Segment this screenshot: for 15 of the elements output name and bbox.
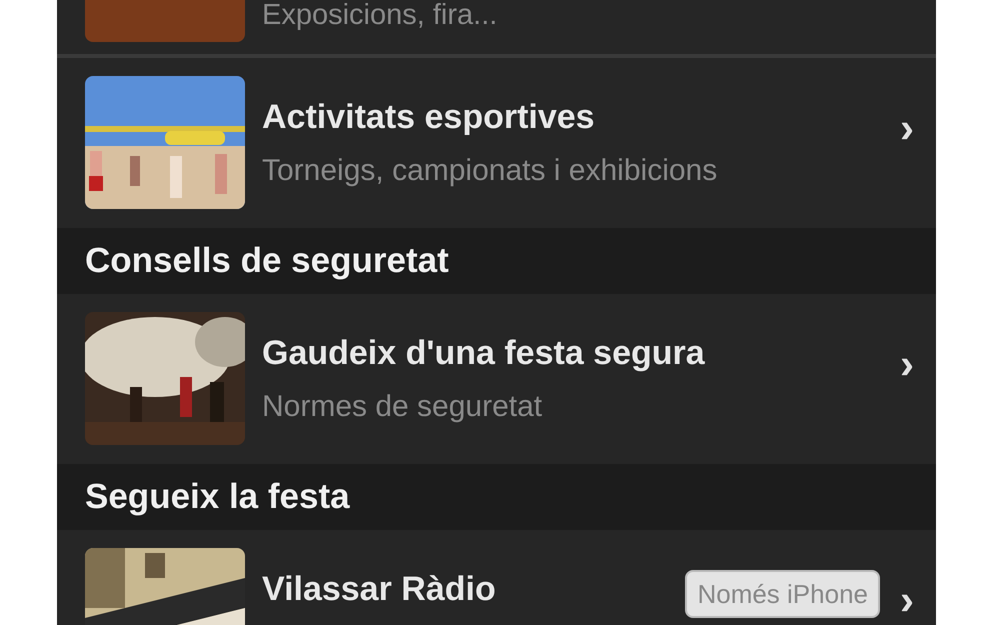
section-header: Consells de seguretat bbox=[85, 240, 449, 282]
row-title: Gaudeix d'una festa segura bbox=[262, 334, 706, 372]
row-subtitle: Torneigs, campionats i exhibicions bbox=[262, 154, 718, 188]
row-subtitle: Normes de seguretat bbox=[262, 390, 544, 424]
row-subtitle: Exposicions, fira... bbox=[262, 0, 498, 30]
list-row[interactable]: Gaudeix d'una festa segura Normes de seguretat › bbox=[57, 294, 936, 464]
badge: Només iPhone bbox=[685, 570, 880, 618]
chevron-icon: › bbox=[900, 110, 914, 146]
row-title: Activitats esportives bbox=[262, 98, 596, 136]
list-row[interactable]: Vilassar Ràdio Només iPhone › bbox=[57, 530, 936, 625]
list-row[interactable]: Activitats esportives Torneigs, campionats i exhibicions › bbox=[57, 58, 936, 228]
chevron-icon: › bbox=[900, 582, 914, 618]
section-header: Segueix la festa bbox=[85, 476, 350, 518]
chevron-icon: › bbox=[900, 346, 914, 382]
row-title: Vilassar Ràdio bbox=[262, 570, 497, 608]
